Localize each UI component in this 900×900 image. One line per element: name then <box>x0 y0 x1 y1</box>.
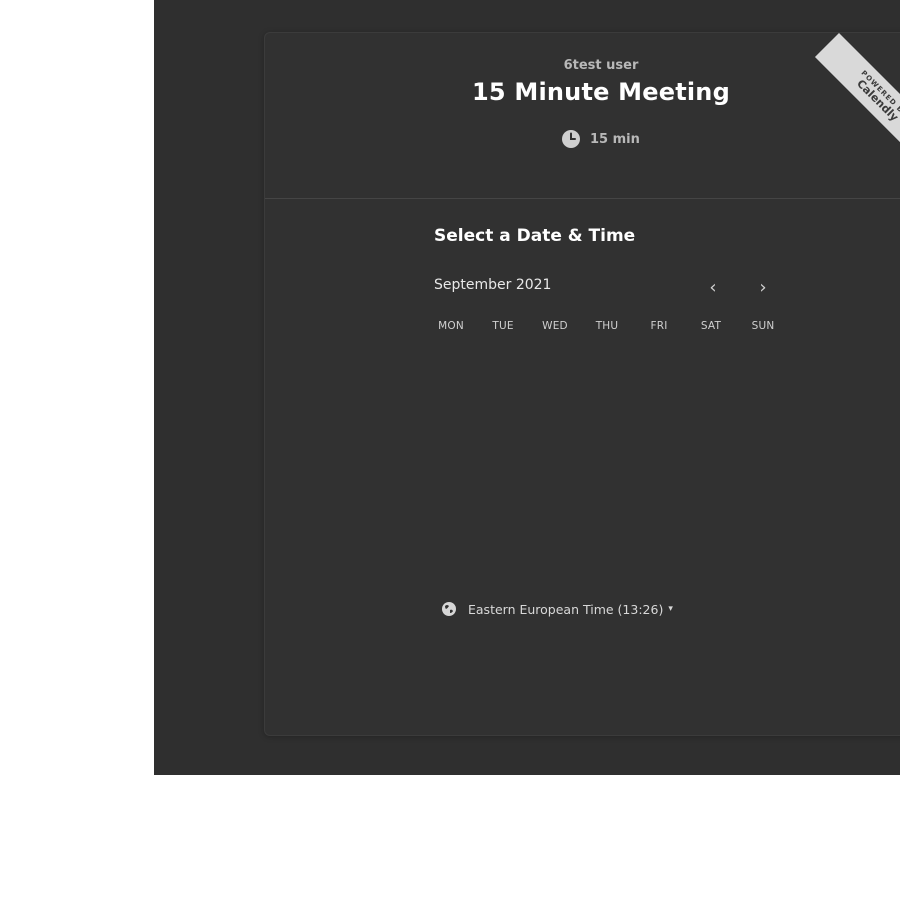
timezone-label: Eastern European Time (13:26) <box>468 601 664 617</box>
event-details-header: 6test user 15 Minute Meeting 15 min POWE… <box>265 33 900 199</box>
clock-icon <box>561 129 581 149</box>
chevron-down-icon: ▾ <box>668 604 673 614</box>
weekday-label: SAT <box>700 320 722 332</box>
weekday-label: SUN <box>751 320 775 332</box>
booking-card: 6test user 15 Minute Meeting 15 min POWE… <box>264 32 900 736</box>
powered-by-calendly-ribbon[interactable]: POWERED BY Calendly <box>814 33 900 164</box>
month-label: September 2021 <box>434 277 552 293</box>
weekday-header: MON TUE WED THU FRI SAT SUN <box>425 320 789 338</box>
month-navigation: September 2021 ‹ › <box>434 275 784 299</box>
ribbon-band: POWERED BY Calendly <box>814 33 900 164</box>
chevron-left-icon: ‹ <box>709 276 717 298</box>
weekday-label: WED <box>542 320 568 332</box>
weekday-label: FRI <box>650 320 668 332</box>
previous-month-button[interactable]: ‹ <box>701 275 725 299</box>
globe-icon <box>441 601 457 617</box>
select-date-time-heading: Select a Date & Time <box>434 226 636 246</box>
duration-label: 15 min <box>590 131 640 147</box>
chevron-right-icon: › <box>759 276 767 298</box>
weekday-label: TUE <box>492 320 514 332</box>
next-month-button[interactable]: › <box>751 275 775 299</box>
weekday-label: MON <box>438 320 464 332</box>
page-background: 6test user 15 Minute Meeting 15 min POWE… <box>154 0 900 775</box>
weekday-label: THU <box>595 320 619 332</box>
event-duration: 15 min <box>561 128 640 150</box>
event-title: 15 Minute Meeting <box>472 78 730 106</box>
host-name: 6test user <box>563 58 639 73</box>
timezone-selector[interactable]: Eastern European Time (13:26) ▾ <box>441 599 673 619</box>
